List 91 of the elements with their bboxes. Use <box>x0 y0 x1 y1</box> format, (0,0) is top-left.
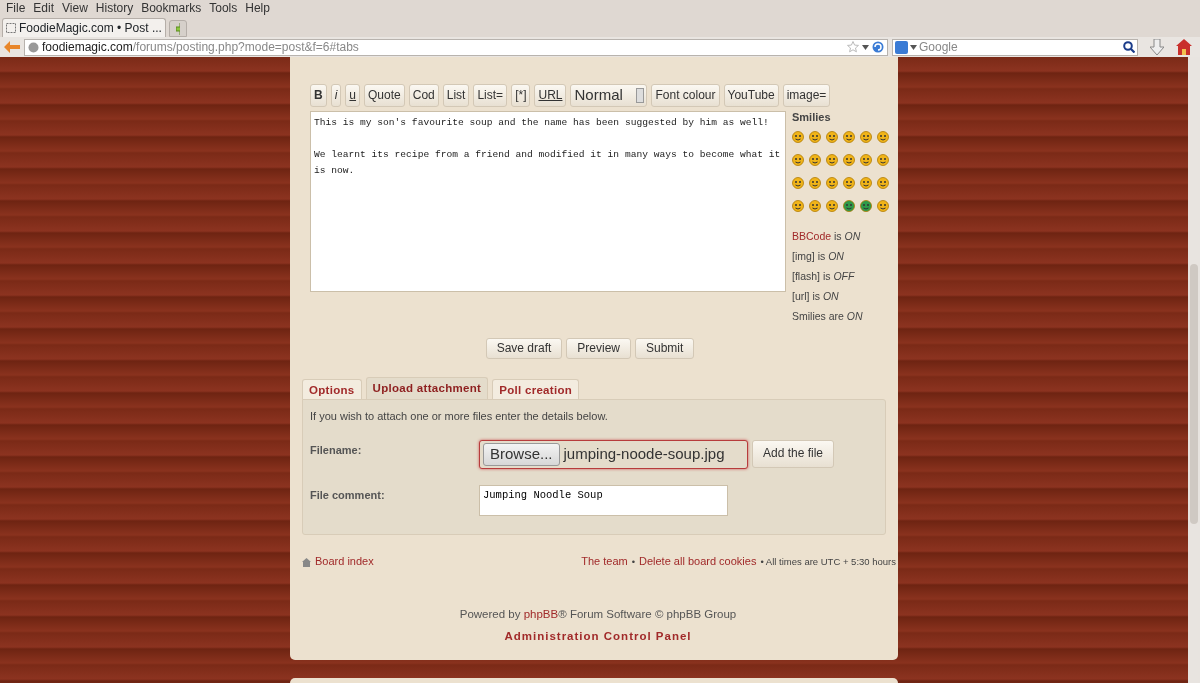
add-file-button[interactable]: Add the file <box>752 439 835 468</box>
format-button[interactable]: Cod <box>408 84 439 107</box>
reload-icon[interactable] <box>872 41 884 53</box>
smiley-icon[interactable] <box>843 199 855 212</box>
address-bar[interactable]: foodiemagic.com/forums/posting.php?mode=post&f=6#tabs <box>24 38 888 56</box>
attachment-instructions: If you wish to attach one or more files enter the details below. <box>310 410 609 424</box>
menu-item[interactable]: Bookmarks <box>137 0 206 17</box>
search-icon[interactable] <box>1123 41 1135 53</box>
format-button[interactable]: u <box>345 84 361 107</box>
caret-icon[interactable] <box>910 44 917 50</box>
setting-status: Smilies are ON <box>792 308 864 324</box>
smiley-icon[interactable] <box>860 153 872 166</box>
board-index-link[interactable]: Board index <box>315 555 374 569</box>
smiley-icon[interactable] <box>792 153 804 166</box>
setting-status: [flash] is OFF <box>792 268 856 284</box>
menu-item[interactable]: Help <box>241 0 274 17</box>
smiley-icon[interactable] <box>843 153 855 166</box>
form-button[interactable]: Preview <box>566 337 631 359</box>
message-textarea[interactable]: This is my son's favourite soup and the name has been suggested by him as well! We learnt its recipe from a friend and modified it in many ways to become what it is now. <box>310 111 786 292</box>
format-button[interactable]: URL <box>534 84 567 107</box>
phpbb-link[interactable]: phpBB <box>523 607 559 620</box>
smiley-icon[interactable] <box>809 153 821 166</box>
format-button[interactable]: Font colour <box>651 84 720 107</box>
home-icon <box>302 557 311 567</box>
smiley-icon[interactable] <box>809 176 821 189</box>
format-button[interactable]: image= <box>782 84 831 107</box>
powered-by-text: Powered by phpBB® Forum Software © phpBB Group <box>458 606 738 622</box>
format-button[interactable]: i <box>330 84 342 107</box>
setting-status: BBCode is ON <box>792 228 862 244</box>
smiley-icon[interactable] <box>877 199 889 212</box>
smiley-icon[interactable] <box>792 176 804 189</box>
smiley-icon[interactable] <box>826 130 838 143</box>
bbcode-link[interactable]: BBCode <box>792 229 832 242</box>
footer-link[interactable]: The team <box>581 555 628 569</box>
format-button[interactable]: B <box>310 84 327 107</box>
format-button[interactable]: Quote <box>364 84 405 107</box>
setting-status: [url] is ON <box>792 288 840 304</box>
format-button[interactable]: List= <box>473 84 508 107</box>
scrollbar[interactable] <box>1188 57 1200 683</box>
smiley-icon[interactable] <box>826 176 838 189</box>
file-comment-field[interactable]: Jumping Noodle Soup <box>479 484 728 516</box>
format-button[interactable]: YouTube <box>723 84 779 107</box>
globe-icon <box>28 41 39 53</box>
smiley-icon[interactable] <box>843 130 855 143</box>
search-bar[interactable]: Google <box>892 38 1138 56</box>
file-input[interactable]: Browse... jumping-noode-soup.jpg <box>479 439 748 469</box>
star-icon[interactable] <box>847 41 859 53</box>
smiley-icon[interactable] <box>826 199 838 212</box>
smiley-icon[interactable] <box>826 153 838 166</box>
footer-link[interactable]: Delete all board cookies <box>639 555 757 569</box>
url-text: foodiemagic.com/forums/posting.php?mode=post&f=6#tabs <box>42 39 359 55</box>
file-comment-label: File comment: <box>310 487 386 503</box>
smiley-icon[interactable] <box>860 199 872 212</box>
menu-item[interactable]: Edit <box>29 0 59 17</box>
tab-title: FoodieMagic.com • Post ... <box>19 20 162 36</box>
separator-dot: • <box>631 556 635 568</box>
search-engine-icon[interactable] <box>895 40 908 54</box>
form-button[interactable]: Submit <box>635 337 695 359</box>
smiley-icon[interactable] <box>877 176 889 189</box>
smiley-icon[interactable] <box>809 199 821 212</box>
browser-tab[interactable]: FoodieMagic.com • Post ... <box>2 18 166 37</box>
smiley-icon[interactable] <box>843 176 855 189</box>
smiley-icon[interactable] <box>877 130 889 143</box>
menu-item[interactable]: Tools <box>205 0 242 17</box>
page-icon <box>6 23 16 33</box>
smiley-icon[interactable] <box>809 130 821 143</box>
home-icon[interactable] <box>1176 39 1192 55</box>
scrollbar-thumb[interactable] <box>1190 264 1198 524</box>
format-button[interactable]: List <box>442 84 470 107</box>
menu-item[interactable]: File <box>2 0 30 17</box>
font-size-select[interactable]: Normal <box>570 84 648 107</box>
caret-icon[interactable] <box>862 44 869 50</box>
setting-status: [img] is ON <box>792 248 845 264</box>
form-button[interactable]: Save draft <box>485 337 563 359</box>
tab[interactable]: Upload attachment <box>365 376 489 401</box>
menu-item[interactable]: View <box>58 0 92 17</box>
tab[interactable]: Options <box>302 378 362 401</box>
smiley-icon[interactable] <box>860 130 872 143</box>
tab[interactable]: Poll creation <box>492 378 580 401</box>
smilies-heading: Smilies <box>792 111 832 125</box>
file-name: jumping-noode-soup.jpg <box>563 445 725 464</box>
smiley-icon[interactable] <box>792 199 804 212</box>
smiley-icon[interactable] <box>877 153 889 166</box>
timezone-text: • All times are UTC + 5:30 hours <box>760 556 896 568</box>
browse-button[interactable]: Browse... <box>483 442 560 466</box>
smiley-icon[interactable] <box>860 176 872 189</box>
filename-label: Filename: <box>310 442 363 458</box>
admin-panel-link[interactable]: Administration Control Panel <box>504 629 692 644</box>
menu-item[interactable]: History <box>91 0 138 17</box>
smiley-icon[interactable] <box>792 130 804 143</box>
format-button[interactable]: [*] <box>511 84 531 107</box>
